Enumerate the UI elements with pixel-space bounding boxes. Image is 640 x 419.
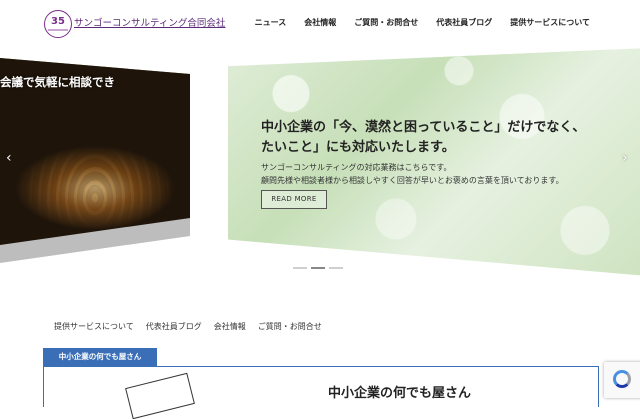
company-logo[interactable]: 35 xyxy=(44,10,72,38)
subnav-contact[interactable]: ご質問・お問合せ xyxy=(258,321,322,332)
section-heading: 中小企業の何でも屋さん xyxy=(328,386,472,401)
nav-company-info[interactable]: 会社情報 xyxy=(304,17,336,28)
logo-subtext xyxy=(48,29,68,31)
slider-pagination xyxy=(293,267,343,269)
slider-prev-arrow-icon[interactable]: ‹ xyxy=(6,150,12,166)
left-slide-caption: 会議で気軽に相談でき xyxy=(0,75,115,89)
slide-body: サンゴーコンサルティングの対応業務はこちらです。 顧問先様や相談者様から相談しや… xyxy=(261,161,564,187)
nav-contact[interactable]: ご質問・お問合せ xyxy=(354,17,418,28)
logo-number: 35 xyxy=(51,16,65,27)
recaptcha-badge[interactable] xyxy=(604,362,640,398)
subnav-services[interactable]: 提供サービスについて xyxy=(54,321,134,332)
slider-dot-2[interactable] xyxy=(311,267,325,269)
read-more-button[interactable]: READ MORE xyxy=(261,190,327,209)
slider-next-arrow-icon[interactable]: › xyxy=(622,150,628,166)
site-header: 35 サンゴーコンサルティング合同会社 ニュース 会社情報 ご質問・お問合せ 代… xyxy=(0,0,640,49)
nav-services[interactable]: 提供サービスについて xyxy=(510,17,590,28)
slider-dot-1[interactable] xyxy=(293,267,307,269)
slide-heading-line2: たいこと」にも対応いたします。 xyxy=(261,140,455,155)
subnav-company-info[interactable]: 会社情報 xyxy=(214,321,246,332)
site-title-link[interactable]: サンゴーコンサルティング合同会社 xyxy=(74,15,225,29)
slide-body-line1: サンゴーコンサルティングの対応業務はこちらです。 xyxy=(261,163,452,172)
recaptcha-icon xyxy=(613,370,631,388)
main-nav: ニュース 会社情報 ご質問・お問合せ 代表社員ブログ 提供サービスについて xyxy=(255,17,590,28)
nav-news[interactable]: ニュース xyxy=(255,17,287,28)
secondary-nav: 提供サービスについて 代表社員ブログ 会社情報 ご質問・お問合せ xyxy=(54,321,322,332)
subnav-blog[interactable]: 代表社員ブログ xyxy=(146,321,202,332)
slide-body-line2: 顧問先様や相談者様から相談しやすく回答が早いとお褒めの言葉を頂いております。 xyxy=(261,176,564,185)
nav-blog[interactable]: 代表社員ブログ xyxy=(436,17,492,28)
section-box xyxy=(43,366,599,407)
slide-heading-line1: 中小企業の「今、漠然と困っていること」だけでなく、 xyxy=(261,120,586,135)
section-tab: 中小企業の何でも屋さん xyxy=(43,348,157,366)
slide-heading: 中小企業の「今、漠然と困っていること」だけでなく、 たいこと」にも対応いたします… xyxy=(261,118,585,158)
slider-dot-3[interactable] xyxy=(329,267,343,269)
